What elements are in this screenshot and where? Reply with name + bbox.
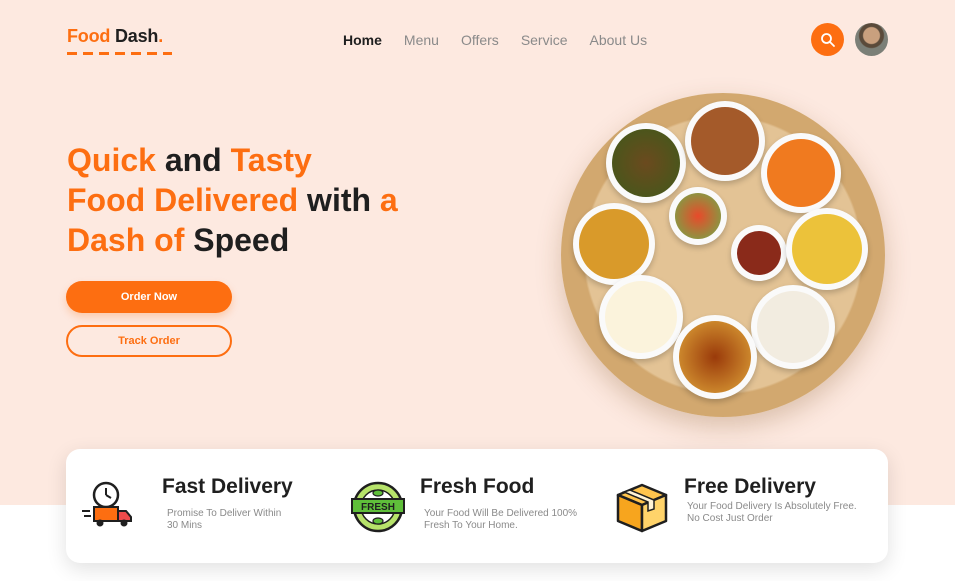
brand-dot: . [158, 26, 164, 46]
nav-item-service[interactable]: Service [521, 32, 568, 48]
bowl [606, 123, 686, 203]
feature-title: Fast Delivery [162, 475, 293, 498]
feature-description: Promise To Deliver Within 30 Mins [167, 508, 282, 531]
nav-item-home[interactable]: Home [343, 32, 382, 48]
features-card: Fast Delivery Promise To Deliver Within … [66, 449, 888, 563]
brand-name-part2: Dash [115, 26, 159, 46]
search-icon [820, 32, 835, 47]
headline-word: with [298, 182, 380, 218]
nav-item-menu[interactable]: Menu [404, 32, 439, 48]
fresh-badge-icon: FRESH [351, 481, 405, 533]
brand-logo[interactable]: Food Dash. [67, 26, 163, 47]
headline-word: Food Delivered [67, 182, 299, 218]
fresh-badge-text: FRESH [361, 502, 395, 513]
bowl [669, 187, 727, 245]
order-now-button[interactable]: Order Now [66, 281, 232, 313]
feature-description: Your Food Will Be Delivered 100% Fresh T… [424, 508, 578, 531]
track-order-button[interactable]: Track Order [66, 325, 232, 357]
feature-description: Your Food Delivery Is Absolutely Free. N… [687, 501, 857, 524]
headline-word: a [379, 182, 398, 218]
bowl [786, 208, 868, 290]
user-avatar[interactable] [855, 23, 888, 56]
nav-item-offers[interactable]: Offers [461, 32, 499, 48]
main-nav: Home Menu Offers Service About Us [343, 32, 669, 48]
headline-word: Quick [67, 142, 156, 178]
bowl [673, 315, 757, 399]
nav-item-about-us[interactable]: About Us [590, 32, 648, 48]
bowl [751, 285, 835, 369]
brand-name-part1: Food [67, 26, 111, 46]
bowl [573, 203, 655, 285]
feature-title: Fresh Food [420, 475, 535, 498]
bowl [761, 133, 841, 213]
headline-word: and [155, 142, 231, 178]
bowl [731, 225, 787, 281]
headline-word: Tasty [230, 142, 312, 178]
feature-title: Free Delivery [684, 475, 816, 498]
headline-word: Dash of [67, 222, 185, 258]
delivery-truck-icon [82, 481, 132, 527]
hero-headline: Quick and Tasty Food Delivered with a Da… [67, 140, 398, 260]
brand-underline [67, 52, 172, 55]
package-box-icon [616, 483, 668, 533]
bowl [685, 101, 765, 181]
food-platter-image [561, 93, 885, 417]
search-button[interactable] [811, 23, 844, 56]
headline-word: Speed [184, 222, 290, 258]
bowl [599, 275, 683, 359]
